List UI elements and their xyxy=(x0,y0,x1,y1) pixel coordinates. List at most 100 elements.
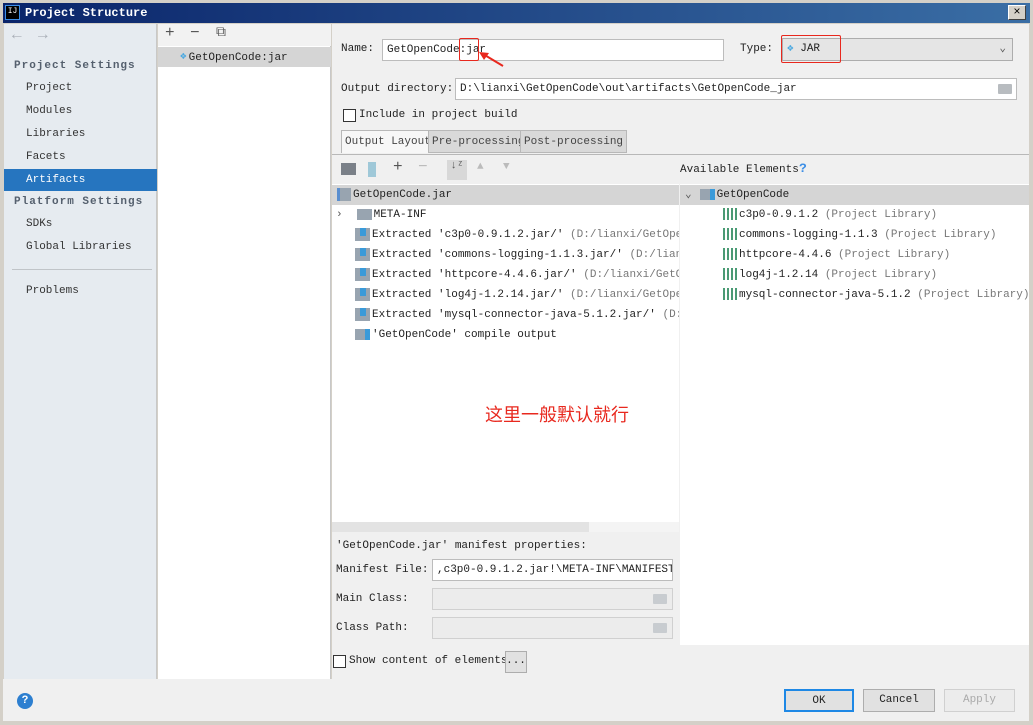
sidebar-item-libraries[interactable]: Libraries xyxy=(4,123,157,145)
help-icon[interactable]: ? xyxy=(799,161,807,176)
copy-icon[interactable]: ⧉ xyxy=(216,25,226,41)
manifest-title: 'GetOpenCode.jar' manifest properties: xyxy=(336,540,587,552)
tab-post-processing[interactable]: Post-processing xyxy=(520,130,628,153)
library-item[interactable]: c3p0-0.9.1.2 (Project Library) xyxy=(680,205,937,225)
tree-row[interactable]: 'GetOpenCode' compile output xyxy=(332,325,679,345)
main-class-input[interactable] xyxy=(432,588,673,610)
extracted-icon xyxy=(355,227,370,241)
highlight-box xyxy=(459,38,479,61)
divider xyxy=(332,154,1029,155)
library-icon xyxy=(723,268,737,281)
add-element-icon[interactable]: + xyxy=(393,158,403,176)
section-project-settings: Project Settings xyxy=(14,60,136,72)
library-icon xyxy=(723,248,737,261)
tree-row[interactable]: Extracted 'c3p0-0.9.1.2.jar/' (D:/lianxi… xyxy=(332,225,679,245)
folder-browse-icon[interactable] xyxy=(653,594,667,604)
jar-icon xyxy=(337,187,351,201)
sidebar-item-sdks[interactable]: SDKs xyxy=(4,213,157,235)
extracted-icon xyxy=(355,307,370,321)
chevron-right-icon: › xyxy=(336,209,343,221)
tree-row[interactable]: Extracted 'commons-logging-1.1.3.jar/' (… xyxy=(332,245,679,265)
library-item[interactable]: log4j-1.2.14 (Project Library) xyxy=(680,265,937,285)
chevron-down-icon: ⌄ xyxy=(999,43,1006,55)
remove-element-icon[interactable]: − xyxy=(418,158,428,176)
class-path-label: Class Path: xyxy=(336,622,409,634)
extracted-icon xyxy=(355,287,370,301)
sidebar-item-facets[interactable]: Facets xyxy=(4,146,157,168)
output-directory-label: Output directory: xyxy=(341,83,454,95)
ok-button[interactable]: OK xyxy=(784,689,854,712)
sidebar-item-global-libraries[interactable]: Global Libraries xyxy=(4,236,157,258)
output-directory-input[interactable]: D:\lianxi\GetOpenCode\out\artifacts\GetO… xyxy=(455,78,1017,100)
folder-icon xyxy=(356,208,372,220)
manifest-file-label: Manifest File: xyxy=(336,564,429,576)
artifact-editor: Name: GetOpenCode:jar Type: ❖ JAR ⌄ Outp… xyxy=(332,24,1029,679)
tree-root[interactable]: GetOpenCode.jar xyxy=(332,185,679,205)
tree-row[interactable]: Extracted 'mysql-connector-java-5.1.2.ja… xyxy=(332,305,679,325)
show-content-checkbox[interactable] xyxy=(333,655,346,668)
artifact-item[interactable]: ❖ GetOpenCode:jar xyxy=(158,47,331,67)
name-input[interactable]: GetOpenCode:jar xyxy=(382,39,724,61)
module-icon xyxy=(699,188,715,200)
help-button[interactable]: ? xyxy=(17,693,33,709)
highlight-box xyxy=(781,35,841,63)
section-platform-settings: Platform Settings xyxy=(14,196,144,208)
available-elements-title: Available Elements xyxy=(680,164,799,176)
cancel-button[interactable]: Cancel xyxy=(863,689,935,712)
library-icon xyxy=(723,208,737,221)
red-arrow-icon xyxy=(479,52,504,67)
library-item[interactable]: httpcore-4.4.6 (Project Library) xyxy=(680,245,950,265)
module-output-icon xyxy=(355,328,370,340)
tree-row[interactable]: › META-INF xyxy=(332,205,426,225)
extracted-icon xyxy=(355,267,370,281)
move-down-icon[interactable]: ▼ xyxy=(503,161,510,173)
folder-browse-icon[interactable] xyxy=(998,84,1012,94)
window-title: Project Structure xyxy=(25,6,148,20)
sidebar-item-project[interactable]: Project xyxy=(4,77,157,99)
main-class-label: Main Class: xyxy=(336,593,409,605)
name-label: Name: xyxy=(341,43,375,55)
move-up-icon[interactable]: ▲ xyxy=(477,161,484,173)
horizontal-scrollbar[interactable] xyxy=(332,522,679,532)
library-item[interactable]: commons-logging-1.1.3 (Project Library) xyxy=(680,225,996,245)
output-layout-tree[interactable]: GetOpenCode.jar › META-INF Extracted 'c3p… xyxy=(332,184,679,532)
divider xyxy=(12,269,152,270)
title-bar: Project Structure xyxy=(3,3,1030,23)
class-path-input[interactable] xyxy=(432,617,673,639)
tab-output-layout[interactable]: Output Layout xyxy=(341,130,435,153)
app-logo-icon: IJ xyxy=(5,5,20,20)
library-icon xyxy=(723,228,737,241)
folder-browse-icon[interactable] xyxy=(653,623,667,633)
include-build-checkbox[interactable] xyxy=(343,109,356,122)
library-item[interactable]: mysql-connector-java-5.1.2 (Project Libr… xyxy=(680,285,1029,305)
tree-row[interactable]: Extracted 'log4j-1.2.14.jar/' (D:/lianxi… xyxy=(332,285,679,305)
manifest-file-input[interactable]: ,c3p0-0.9.1.2.jar!\META-INF\MANIFEST.MF xyxy=(432,559,673,581)
close-button[interactable]: × xyxy=(1008,5,1026,20)
sidebar-item-problems[interactable]: Problems xyxy=(4,280,157,302)
chevron-down-icon: ⌄ xyxy=(685,189,692,201)
sidebar: ← → Project Settings Project Modules Lib… xyxy=(4,24,157,679)
forward-icon[interactable]: → xyxy=(38,26,48,44)
sort-icon[interactable]: ↓ᶻ xyxy=(447,160,467,180)
remove-icon[interactable]: − xyxy=(190,24,200,42)
tree-row[interactable]: Extracted 'httpcore-4.4.6.jar/' (D:/lian… xyxy=(332,265,679,285)
sidebar-item-artifacts[interactable]: Artifacts xyxy=(4,169,157,191)
artifacts-list-panel: + − ⧉ ❖ GetOpenCode:jar xyxy=(158,24,331,679)
new-directory-icon[interactable] xyxy=(341,163,356,175)
show-content-label: Show content of elements xyxy=(349,655,508,667)
include-build-label: Include in project build xyxy=(359,109,518,121)
back-icon[interactable]: ← xyxy=(12,26,22,44)
jar-artifact-icon: ❖ xyxy=(180,51,187,63)
tab-pre-processing[interactable]: Pre-processing xyxy=(428,130,529,153)
sidebar-item-modules[interactable]: Modules xyxy=(4,100,157,122)
show-content-options-button[interactable]: ... xyxy=(505,651,527,673)
type-label: Type: xyxy=(740,43,774,55)
new-archive-icon[interactable] xyxy=(368,162,376,177)
available-elements-tree[interactable]: ⌄ GetOpenCode c3p0-0.9.1.2 (Project Libra… xyxy=(680,184,1029,645)
library-icon xyxy=(723,288,737,301)
tree-root[interactable]: ⌄ GetOpenCode xyxy=(680,185,1029,205)
extracted-icon xyxy=(355,247,370,261)
add-icon[interactable]: + xyxy=(165,24,175,42)
artifacts-toolbar: + − ⧉ xyxy=(158,24,331,46)
apply-button[interactable]: Apply xyxy=(944,689,1015,712)
